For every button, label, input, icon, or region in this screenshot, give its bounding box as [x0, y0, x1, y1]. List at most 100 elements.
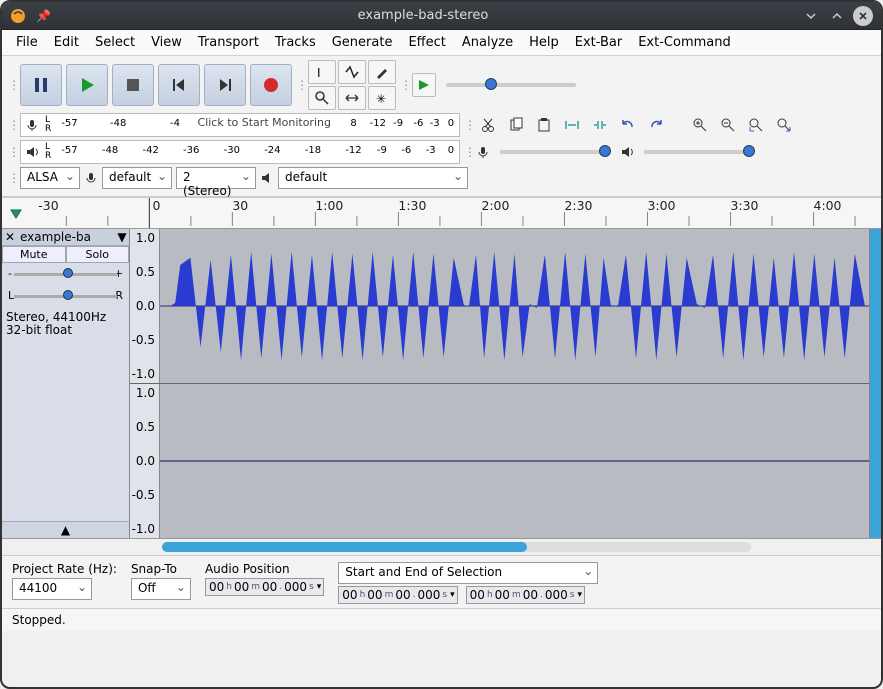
menu-generate[interactable]: Generate — [324, 31, 401, 54]
meter-tick: -4 — [170, 118, 180, 129]
grip-icon[interactable]: ⋮ — [400, 60, 408, 110]
menu-file[interactable]: File — [8, 31, 46, 54]
track-close-button[interactable]: ✕ — [2, 230, 18, 244]
track-name[interactable]: example-ba — [18, 229, 115, 245]
close-button[interactable] — [853, 6, 873, 26]
zoom-in-button[interactable] — [688, 114, 712, 136]
audio-host-select[interactable]: ALSA — [20, 167, 80, 189]
draw-tool[interactable] — [368, 60, 396, 84]
zoom-fit-button[interactable] — [772, 114, 796, 136]
copy-button[interactable] — [504, 114, 528, 136]
recording-channels-select[interactable]: 2 (Stereo) — [176, 167, 256, 189]
menu-transport[interactable]: Transport — [190, 31, 267, 54]
menu-view[interactable]: View — [143, 31, 190, 54]
silence-button[interactable] — [588, 114, 612, 136]
menu-edit[interactable]: Edit — [46, 31, 87, 54]
mic-icon — [476, 145, 490, 159]
trim-button[interactable] — [560, 114, 584, 136]
tools-grid: I ✳ — [308, 60, 396, 110]
audio-position-field[interactable]: 00h 00m 00. 000s▾ — [205, 578, 324, 596]
recording-meter[interactable]: LR -57 -48 -4 Click to Start Monitoring … — [20, 113, 460, 137]
menu-analyze[interactable]: Analyze — [454, 31, 521, 54]
amplitude-scale: 1.0 0.5 0.0 -0.5 -1.0 — [130, 229, 160, 383]
playback-speed-slider[interactable] — [446, 83, 576, 87]
meter-tick: 8 — [350, 118, 356, 129]
paste-button[interactable] — [532, 114, 556, 136]
waveform-area[interactable]: 1.0 0.5 0.0 -0.5 -1.0 1.0 — [130, 229, 869, 538]
grip-icon[interactable]: ⋮ — [8, 167, 16, 189]
play-at-speed-button[interactable] — [412, 73, 436, 97]
skip-start-button[interactable] — [158, 64, 200, 106]
lr-label: LR — [45, 116, 51, 134]
timeline-ruler[interactable]: -30 0 30 1:00 1:30 2:00 2:30 3:00 3:30 4… — [2, 197, 881, 229]
playback-volume-slider[interactable] — [644, 150, 754, 154]
titlebar: 📌 example-bad-stereo — [2, 2, 881, 30]
grip-icon[interactable]: ⋮ — [296, 60, 304, 110]
mute-button[interactable]: Mute — [2, 246, 66, 263]
recording-volume-slider[interactable] — [500, 150, 610, 154]
svg-text:3:30: 3:30 — [731, 199, 759, 213]
snap-label: Snap-To — [131, 562, 191, 576]
grip-icon[interactable]: ⋮ — [8, 113, 16, 137]
app-icon — [10, 8, 26, 24]
record-button[interactable] — [250, 64, 292, 106]
meter-overlay[interactable]: Click to Start Monitoring — [183, 116, 345, 129]
meter-tick: -48 — [102, 145, 118, 156]
svg-text:30: 30 — [232, 199, 248, 213]
menu-select[interactable]: Select — [87, 31, 143, 54]
project-rate-select[interactable]: 44100 — [12, 578, 92, 600]
meter-tick: 0 — [448, 118, 454, 129]
pause-button[interactable] — [20, 64, 62, 106]
menu-tracks[interactable]: Tracks — [267, 31, 324, 54]
meter-tick: -18 — [305, 145, 321, 156]
selection-tool[interactable]: I — [308, 60, 336, 84]
recording-device-select[interactable]: default — [102, 167, 172, 189]
meter-tick: -9 — [377, 145, 387, 156]
track-info: Stereo, 44100Hz 32-bit float — [2, 307, 129, 521]
undo-button[interactable] — [616, 114, 640, 136]
grip-icon[interactable]: ⋮ — [464, 113, 472, 137]
solo-button[interactable]: Solo — [66, 246, 130, 263]
zoom-tool[interactable] — [308, 86, 336, 110]
playback-meter[interactable]: LR -57 -48 -42 -36 -30 -24 -18 -12 -9 -6… — [20, 140, 460, 164]
window-title: example-bad-stereo — [51, 8, 795, 23]
gain-slider[interactable]: - + — [8, 267, 123, 281]
pan-slider[interactable]: L R — [8, 289, 123, 303]
play-button[interactable] — [66, 64, 108, 106]
stop-button[interactable] — [112, 64, 154, 106]
menu-extcommand[interactable]: Ext-Command — [630, 31, 739, 54]
waveform-right[interactable] — [160, 384, 869, 538]
status-bar: Stopped. — [2, 608, 881, 631]
pin-icon[interactable]: 📌 — [36, 9, 51, 23]
meter-tick: -42 — [142, 145, 158, 156]
selection-start-field[interactable]: 00h 00m 00. 000s▾ — [338, 586, 457, 604]
zoom-out-button[interactable] — [716, 114, 740, 136]
multi-tool[interactable]: ✳ — [368, 86, 396, 110]
minimize-button[interactable] — [801, 6, 821, 26]
selection-bar: Project Rate (Hz): 44100 Snap-To Off Aud… — [2, 555, 881, 608]
snap-select[interactable]: Off — [131, 578, 191, 600]
redo-button[interactable] — [644, 114, 668, 136]
grip-icon[interactable]: ⋮ — [8, 140, 16, 164]
zoom-selection-button[interactable] — [744, 114, 768, 136]
menu-extbar[interactable]: Ext-Bar — [567, 31, 630, 54]
track-menu-button[interactable]: ▼ — [115, 230, 129, 244]
cut-button[interactable] — [476, 114, 500, 136]
menu-effect[interactable]: Effect — [400, 31, 453, 54]
vertical-scrollbar[interactable] — [869, 229, 881, 538]
maximize-button[interactable] — [827, 6, 847, 26]
meter-tick: -57 — [61, 118, 77, 129]
collapse-button[interactable]: ▲ — [2, 521, 129, 538]
grip-icon[interactable]: ⋮ — [464, 140, 472, 164]
skip-end-button[interactable] — [204, 64, 246, 106]
menu-help[interactable]: Help — [521, 31, 567, 54]
envelope-tool[interactable] — [338, 60, 366, 84]
selection-end-field[interactable]: 00h 00m 00. 000s▾ — [466, 586, 585, 604]
playback-device-select[interactable]: default — [278, 167, 468, 189]
project-rate-label: Project Rate (Hz): — [12, 562, 117, 576]
selection-mode-select[interactable]: Start and End of Selection — [338, 562, 598, 584]
waveform-left[interactable] — [160, 229, 869, 383]
horizontal-scrollbar[interactable] — [2, 539, 881, 555]
timeshift-tool[interactable] — [338, 86, 366, 110]
grip-icon[interactable]: ⋮ — [8, 60, 16, 110]
